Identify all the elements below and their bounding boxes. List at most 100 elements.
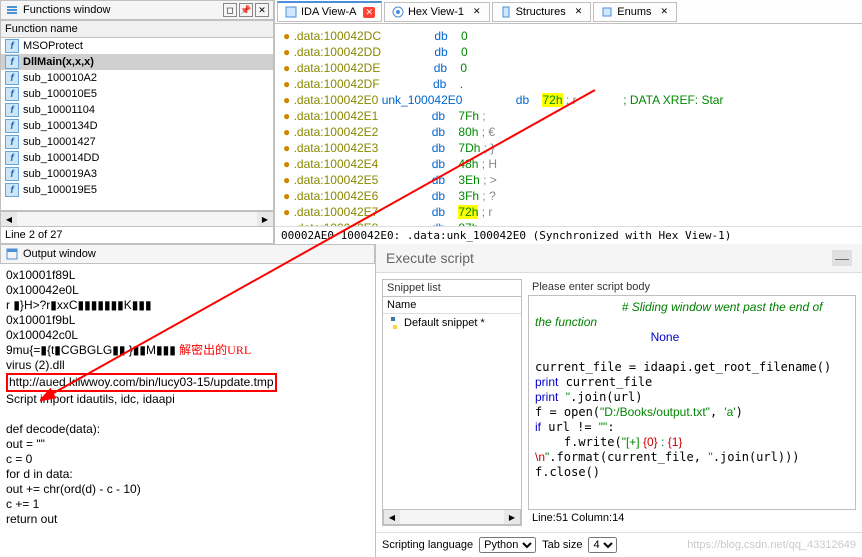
function-row[interactable]: fsub_100010A2 (1, 70, 273, 86)
python-icon (387, 316, 401, 330)
function-row[interactable]: f sub_10001104 (1, 102, 273, 118)
output-line: c = 0 (6, 452, 369, 467)
close-icon[interactable]: ✕ (471, 6, 483, 17)
execute-script-title-bar: Execute script — (376, 244, 862, 273)
function-label: sub_100010A2 (23, 72, 97, 84)
output-line: 0x100042c0L (6, 328, 369, 343)
close-icon[interactable]: ✕ (363, 7, 375, 18)
url-annotation: 解密出的URL (179, 343, 251, 357)
snippet-item[interactable]: Default snippet * (383, 314, 521, 332)
tab-size-label: Tab size (542, 539, 582, 551)
function-label: sub_100019A3 (23, 168, 97, 180)
close-button[interactable]: ✕ (255, 3, 269, 17)
decrypted-url: http://aued.kilwwoy.com/bin/lucy03-15/up… (6, 373, 277, 392)
asm-line[interactable]: ● .data:100042E3 db 7Dh ; } (283, 140, 854, 156)
scroll-track[interactable] (17, 212, 257, 226)
function-icon: f (5, 87, 19, 101)
asm-line[interactable]: ● .data:100042DD db 0 (283, 44, 854, 60)
function-row[interactable]: f sub_100019A3 (1, 166, 273, 182)
watermark: https://blog.csdn.net/qq_43312649 (687, 539, 856, 551)
close-icon[interactable]: ✕ (573, 6, 585, 17)
output-line: 0x100042e0L (6, 283, 369, 298)
asm-line[interactable]: ● .data:100042DF db . (283, 76, 854, 92)
snippet-item-label: Default snippet * (404, 317, 485, 329)
asm-line[interactable]: ● .data:100042E0 unk_100042E0 db 72h ; r… (283, 92, 854, 108)
function-row[interactable]: fsub_1000134D (1, 118, 273, 134)
function-row[interactable]: fsub_100019E5 (1, 182, 273, 198)
tab-hex-view-1[interactable]: Hex View-1✕ (384, 2, 490, 22)
tab-structures[interactable]: Structures ✕ (492, 2, 592, 22)
script-editor[interactable]: # Sliding window went past the end of th… (528, 295, 856, 510)
close-icon[interactable]: ✕ (659, 6, 671, 17)
output-line: c += 1 (6, 497, 369, 512)
function-row[interactable]: f DllMain(x,x,x) (1, 54, 273, 70)
snippet-list[interactable]: Name Default snippet * (383, 296, 521, 509)
snippet-list-label: Snippet list (383, 280, 521, 296)
functions-status: Line 2 of 27 (0, 227, 274, 244)
function-row[interactable]: fsub_100010E5 (1, 86, 273, 102)
scroll-track[interactable] (400, 510, 504, 524)
dock-button[interactable]: ◻ (223, 3, 237, 17)
output-line: out = "" (6, 437, 369, 452)
snippet-hscroll[interactable]: ◀ ▶ (383, 509, 521, 525)
scroll-left-button[interactable]: ◀ (384, 510, 400, 524)
scripting-language-select[interactable]: Python (479, 537, 536, 553)
output-icon (5, 247, 19, 261)
scroll-right-button[interactable]: ▶ (504, 510, 520, 524)
functions-title-bar: Functions window ◻ 📌 ✕ (0, 0, 274, 20)
tab-label: Structures (516, 6, 566, 18)
output-line: 0x10001f9bL (6, 313, 369, 328)
output-line: r ▮}H>?r▮xxC▮▮▮▮▮▮▮K▮▮▮ (6, 298, 369, 313)
asm-line[interactable]: ● .data:100042E2 db 80h ; € (283, 124, 854, 140)
asm-line[interactable]: ● .data:100042E6 db 3Fh ; ? (283, 188, 854, 204)
function-label: sub_10001427 (23, 136, 96, 148)
function-icon: f (5, 151, 19, 165)
functions-window: Functions window ◻ 📌 ✕ Function name fMS… (0, 0, 274, 244)
tab-icon (391, 5, 405, 19)
output-body[interactable]: 0x10001f89L0x100042e0Lr ▮}H>?r▮xxC▮▮▮▮▮▮… (0, 264, 375, 557)
tab-size-select[interactable]: 4 (588, 537, 617, 553)
tab-label: IDA View-A (301, 6, 356, 18)
function-label: DllMain(x,x,x) (23, 56, 94, 68)
function-icon: f (5, 55, 19, 69)
function-label: MSOProtect (23, 40, 83, 52)
tab-icon (600, 5, 614, 19)
ida-view-panel[interactable]: ● .data:100042DC db 0● .data:100042DD db… (275, 24, 862, 226)
function-icon: f (5, 135, 19, 149)
function-icon: f (5, 119, 19, 133)
function-row[interactable]: f sub_10001427 (1, 134, 273, 150)
minimize-button[interactable]: — (832, 250, 852, 266)
output-line: 9mu{=▮{t▮CGBGLG▮▮ }▮▮M▮▮▮ 解密出的URL (6, 343, 369, 358)
function-icon: f (5, 103, 19, 117)
execute-script-pane: Execute script — Snippet list Name Defau… (375, 244, 862, 557)
asm-line[interactable]: ● .data:100042E5 db 3Eh ; > (283, 172, 854, 188)
tab-ida-view-a[interactable]: IDA View-A ✕ (277, 1, 382, 22)
asm-line[interactable]: ● .data:100042E1 db 7Fh ; (283, 108, 854, 124)
function-icon: f (5, 167, 19, 181)
view-tabs: IDA View-A✕Hex View-1✕Structures✕Enums✕ (275, 0, 862, 24)
output-line: out += chr(ord(d) - c - 10) (6, 482, 369, 497)
function-row[interactable]: fsub_100014DD (1, 150, 273, 166)
tab-enums[interactable]: Enums ✕ (593, 2, 677, 22)
asm-line[interactable]: ● .data:100042E8 db 87h (283, 220, 854, 226)
function-row[interactable]: fMSOProtect (1, 38, 273, 54)
functions-list[interactable]: fMSOProtectfDllMain(x,x,x)fsub_100010A2f… (0, 38, 274, 211)
tab-label: Enums (617, 6, 651, 18)
ida-view-status: 00002AE0 100042E0: .data:unk_100042E0 (S… (275, 226, 862, 244)
scripting-language-label: Scripting language (382, 539, 473, 551)
editor-status: Line:51 Column:14 (528, 510, 856, 526)
asm-line[interactable]: ● .data:100042E4 db 48h ; H (283, 156, 854, 172)
snippet-list-panel: Snippet list Name Default snippet * ◀ ▶ (382, 279, 522, 526)
tab-icon (284, 5, 298, 19)
asm-line[interactable]: ● .data:100042E7 db 72h ; r (283, 204, 854, 220)
output-line (6, 407, 369, 422)
functions-column-header[interactable]: Function name (0, 20, 274, 38)
asm-line[interactable]: ● .data:100042DE db 0 (283, 60, 854, 76)
scroll-right-button[interactable]: ▶ (257, 212, 273, 226)
functions-hscroll[interactable]: ◀ ▶ (0, 211, 274, 227)
asm-line[interactable]: ● .data:100042DC db 0 (283, 28, 854, 44)
output-line: for d in data: (6, 467, 369, 482)
scroll-left-button[interactable]: ◀ (1, 212, 17, 226)
function-label: sub_10001104 (23, 104, 95, 116)
pin-button[interactable]: 📌 (239, 3, 253, 17)
